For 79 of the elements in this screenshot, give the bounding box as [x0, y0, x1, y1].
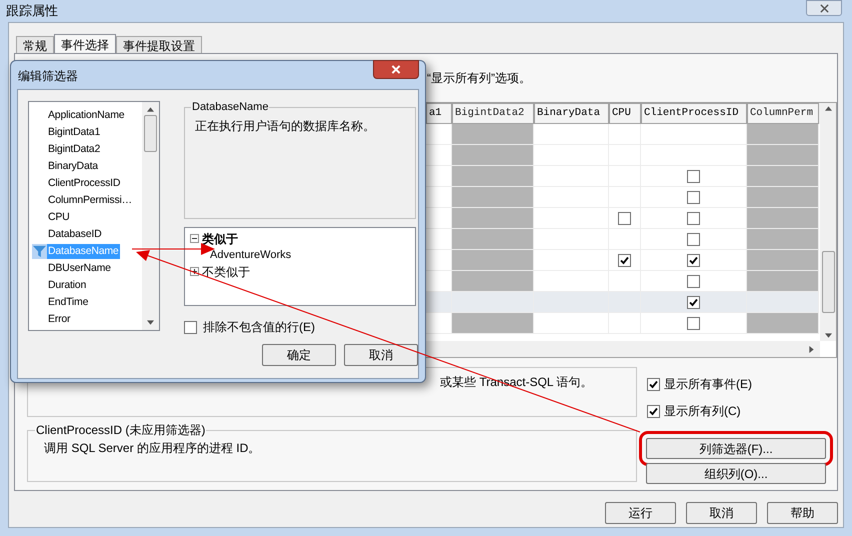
- list-item[interactable]: Duration: [47, 278, 88, 293]
- tab[interactable]: 事件选择: [54, 34, 116, 54]
- tab[interactable]: 事件提取设置: [116, 36, 202, 53]
- table-cell: [426, 229, 452, 250]
- scrollbar-thumb[interactable]: [822, 251, 834, 313]
- scrollbar-thumb[interactable]: [144, 115, 157, 152]
- scroll-right-icon[interactable]: [809, 346, 814, 352]
- group-title: ClientProcessID (未应用筛选器): [35, 423, 206, 437]
- dialog-button[interactable]: 取消: [344, 344, 418, 366]
- checkbox[interactable]: [687, 274, 700, 288]
- list-item[interactable]: DatabaseID: [47, 227, 102, 242]
- checkbox[interactable]: [687, 316, 700, 330]
- table-cell: [747, 145, 819, 166]
- tree-node[interactable]: 不类似于: [202, 262, 250, 280]
- option-label: 显示所有事件(E): [664, 376, 752, 393]
- list-item[interactable]: BigintData1: [47, 125, 102, 140]
- checkbox[interactable]: [687, 254, 700, 266]
- group-text: 正在执行用户语句的数据库名称。: [195, 118, 375, 135]
- scroll-up-icon[interactable]: [147, 107, 154, 112]
- checkbox[interactable]: [647, 404, 660, 418]
- list-item[interactable]: CPU: [47, 210, 71, 225]
- group-text: 调用 SQL Server 的应用程序的进程 ID。: [44, 440, 260, 457]
- scrollbar[interactable]: [142, 102, 159, 330]
- table-cell: [426, 292, 452, 313]
- dialog-button[interactable]: 确定: [262, 344, 336, 366]
- list-item[interactable]: ClientProcessID: [47, 176, 122, 191]
- dialog-title: 编辑筛选器: [18, 68, 78, 85]
- hint-text: “显示所有列”选项。: [427, 70, 531, 87]
- option-label: 显示所有列(C): [664, 403, 741, 420]
- close-icon[interactable]: [806, 0, 842, 16]
- column-header[interactable]: ColumnPerm: [747, 103, 819, 124]
- column-header[interactable]: BinaryData: [534, 103, 609, 124]
- list-item[interactable]: ColumnPermissi…: [47, 193, 133, 208]
- close-icon[interactable]: [373, 60, 419, 79]
- checkbox[interactable]: [618, 254, 631, 266]
- checkbox[interactable]: [687, 212, 700, 224]
- list-item[interactable]: EndTime: [47, 295, 90, 310]
- checkbox[interactable]: [184, 320, 197, 334]
- column-header[interactable]: ClientProcessID: [641, 103, 747, 124]
- table-cell: [426, 145, 452, 166]
- table-cell: [426, 208, 452, 229]
- table-cell: [426, 187, 452, 208]
- dialog-button[interactable]: 帮助: [767, 502, 838, 524]
- table-cell: [747, 124, 819, 145]
- dialog-button[interactable]: 取消: [686, 502, 757, 524]
- window-title: 跟踪属性: [6, 2, 58, 20]
- checkbox[interactable]: [687, 190, 700, 204]
- scrollbar[interactable]: [820, 103, 836, 341]
- column-list[interactable]: ApplicationName BigintData1 BigintData2 BinaryData ClientProcessID ColumnPermissi… CPU DatabaseID DatabaseName DBUserName Duration EndTime Error: [28, 101, 160, 331]
- filter-tree[interactable]: 类似于 AdventureWorks 不类似于: [184, 227, 416, 306]
- checkbox-label: 排除不包含值的行(E): [203, 319, 315, 336]
- table-cell: [609, 124, 641, 145]
- dialog-button[interactable]: 运行: [605, 502, 676, 524]
- column-header[interactable]: BigintData2: [452, 103, 534, 124]
- list-item[interactable]: BigintData2: [47, 142, 102, 157]
- checkbox[interactable]: [687, 232, 700, 246]
- scroll-down-icon[interactable]: [824, 333, 832, 338]
- list-item[interactable]: BinaryData: [47, 159, 99, 174]
- table-cell: [426, 124, 452, 145]
- collapse-icon[interactable]: [190, 234, 199, 243]
- checkbox[interactable]: [687, 296, 700, 308]
- tree-node[interactable]: AdventureWorks: [210, 246, 292, 264]
- table-cell: [426, 166, 452, 187]
- table-cell: [426, 250, 452, 271]
- table-cell: [426, 271, 452, 292]
- list-item[interactable]: DBUserName: [47, 261, 112, 276]
- scroll-down-icon[interactable]: [147, 320, 154, 325]
- checkbox[interactable]: [647, 378, 660, 390]
- scrollbar[interactable]: [426, 341, 820, 357]
- list-item[interactable]: Error: [47, 312, 72, 327]
- checkbox[interactable]: [687, 170, 700, 182]
- column-header[interactable]: CPU: [609, 103, 641, 124]
- column-button[interactable]: 组织列(O)...: [646, 463, 826, 484]
- checkbox[interactable]: [618, 212, 631, 224]
- column-header[interactable]: a1: [426, 103, 452, 124]
- scroll-up-icon[interactable]: [824, 106, 832, 111]
- tree-node[interactable]: 类似于: [202, 230, 238, 248]
- list-item[interactable]: ApplicationName: [47, 108, 126, 123]
- tab[interactable]: 常规: [16, 36, 54, 53]
